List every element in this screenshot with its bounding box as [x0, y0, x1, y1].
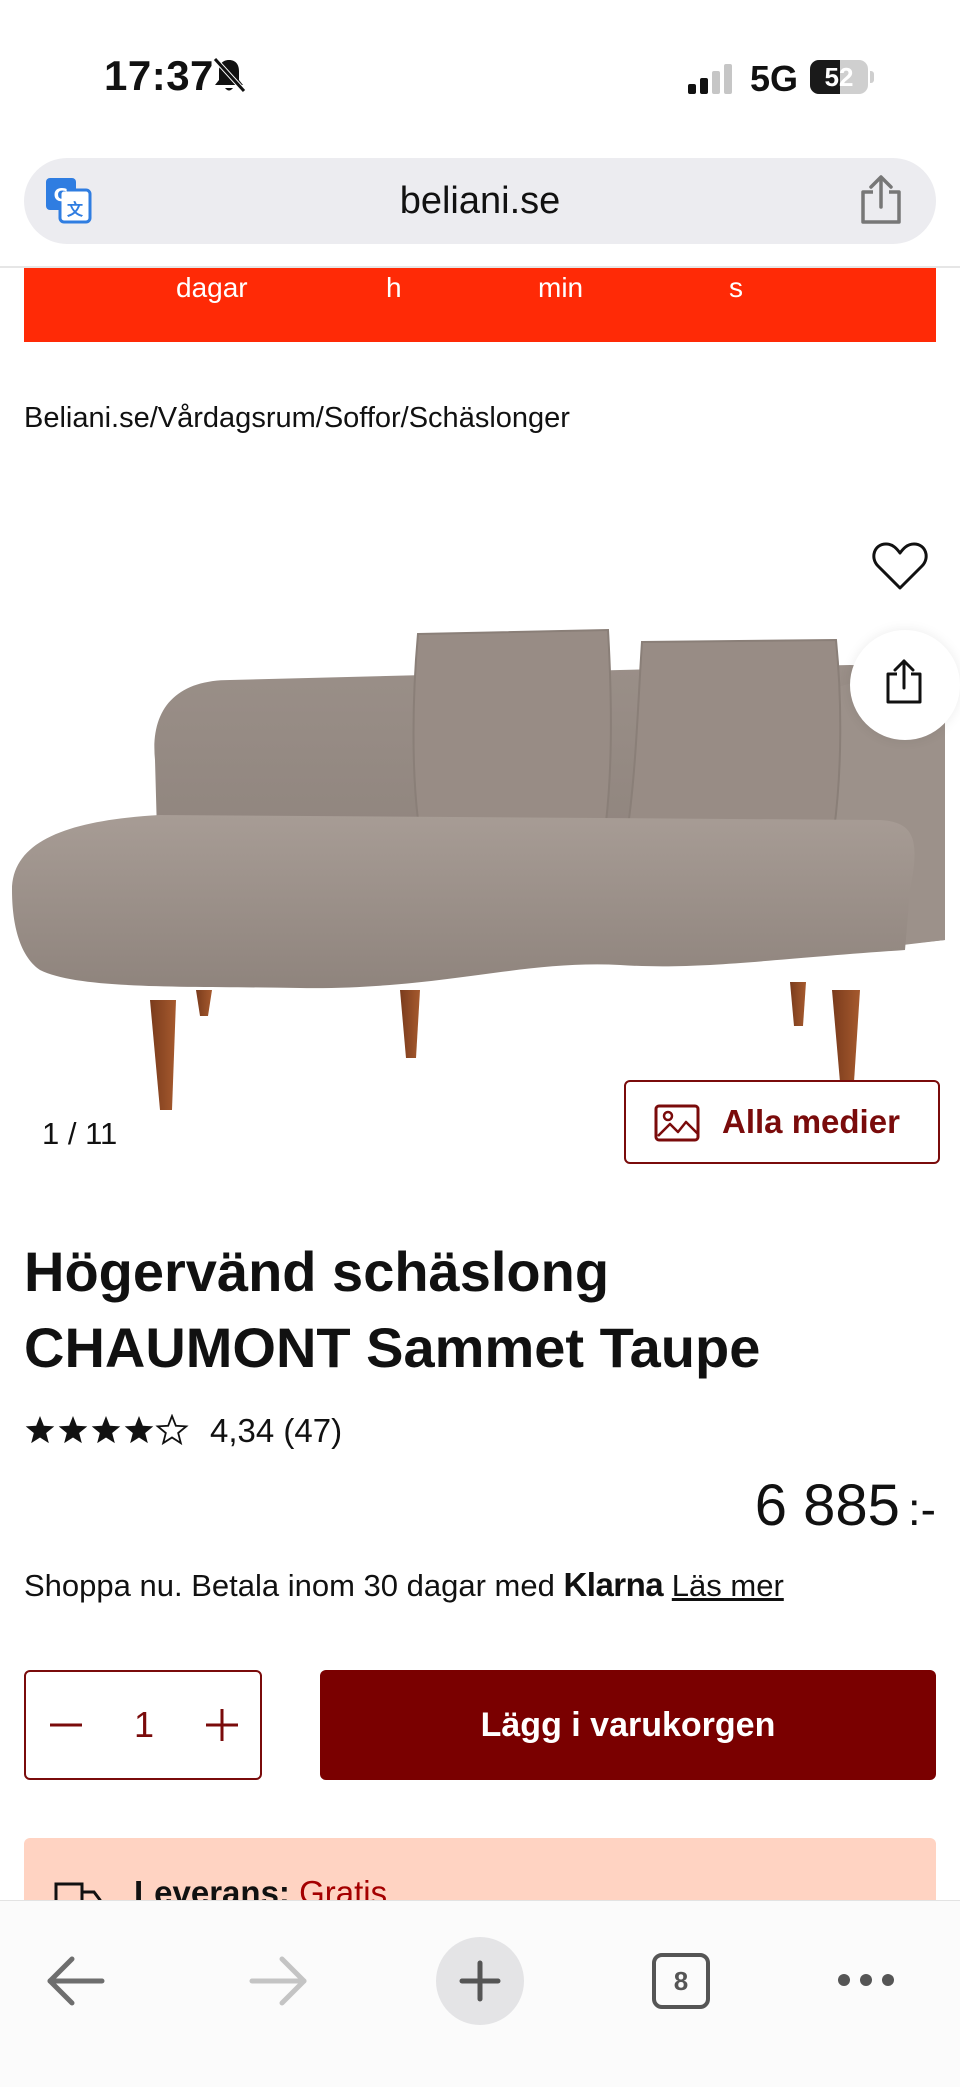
url-text[interactable]: beliani.se — [24, 158, 936, 244]
star-filled-icon — [25, 1416, 55, 1444]
rating-stars[interactable] — [24, 1414, 190, 1448]
product-image[interactable] — [0, 470, 960, 1130]
price-value: 6 885 — [754, 1473, 900, 1538]
star-filled-icon — [58, 1416, 88, 1444]
back-arrow-icon[interactable] — [44, 1953, 108, 2009]
minus-icon[interactable] — [36, 1682, 96, 1768]
star-filled-icon — [91, 1416, 121, 1444]
klarna-payment-info: Shoppa nu. Betala inom 30 dagar med Klar… — [24, 1566, 784, 1604]
star-filled-icon — [124, 1416, 154, 1444]
image-icon — [654, 1104, 700, 1142]
tabs-count: 8 — [673, 1966, 689, 1996]
more-icon[interactable] — [836, 1965, 896, 1995]
countdown-minutes-label: min — [538, 272, 584, 303]
share-icon[interactable] — [858, 174, 904, 226]
plus-icon[interactable] — [192, 1682, 252, 1768]
quantity-value[interactable]: 1 — [102, 1672, 186, 1778]
klarna-text: Shoppa nu. Betala inom 30 dagar med — [24, 1568, 555, 1603]
countdown-seconds-label: s — [729, 272, 743, 303]
quantity-stepper[interactable]: 1 — [24, 1670, 262, 1780]
wishlist-heart-icon[interactable] — [872, 540, 928, 592]
plus-icon — [459, 1960, 501, 2002]
forward-arrow-icon[interactable] — [246, 1953, 310, 2009]
klarna-logo: Klarna — [563, 1566, 664, 1603]
product-share-button[interactable] — [850, 630, 960, 740]
tabs-button[interactable]: 8 — [652, 1953, 710, 2009]
bell-muted-icon — [213, 57, 246, 93]
countdown-hours-label: h — [386, 272, 402, 303]
star-empty-icon — [155, 1414, 189, 1446]
all-media-button[interactable]: Alla medier — [624, 1080, 940, 1164]
price-currency: :- — [907, 1483, 936, 1535]
signal-icon — [688, 64, 732, 94]
breadcrumb[interactable]: Beliani.se/Vårdagsrum/Soffor/Schäslonger — [24, 402, 570, 435]
battery-icon: 52 — [810, 60, 874, 94]
product-price: 6 885:- — [755, 1472, 936, 1539]
all-media-label: Alla medier — [722, 1103, 900, 1140]
countdown-banner: dagar h min s — [24, 268, 936, 342]
network-label: 5G — [750, 58, 799, 99]
product-title: Högervänd schäslong CHAUMONT Sammet Taup… — [24, 1240, 761, 1379]
new-tab-button[interactable] — [436, 1937, 524, 2025]
status-time: 17:37 — [104, 52, 214, 99]
address-bar[interactable]: G 文 beliani.se — [24, 158, 936, 244]
status-bar: 17:37 5G 52 — [0, 0, 960, 150]
klarna-read-more-link[interactable]: Läs mer — [672, 1568, 784, 1603]
browser-toolbar: 8 — [0, 1900, 960, 2087]
battery-level: 52 — [824, 62, 854, 92]
share-icon — [886, 659, 922, 704]
countdown-days-label: dagar — [176, 272, 248, 303]
rating-text[interactable]: 4,34 (47) — [210, 1412, 342, 1450]
image-counter: 1 / 11 — [42, 1116, 118, 1151]
add-to-cart-button[interactable]: Lägg i varukorgen — [320, 1670, 936, 1780]
